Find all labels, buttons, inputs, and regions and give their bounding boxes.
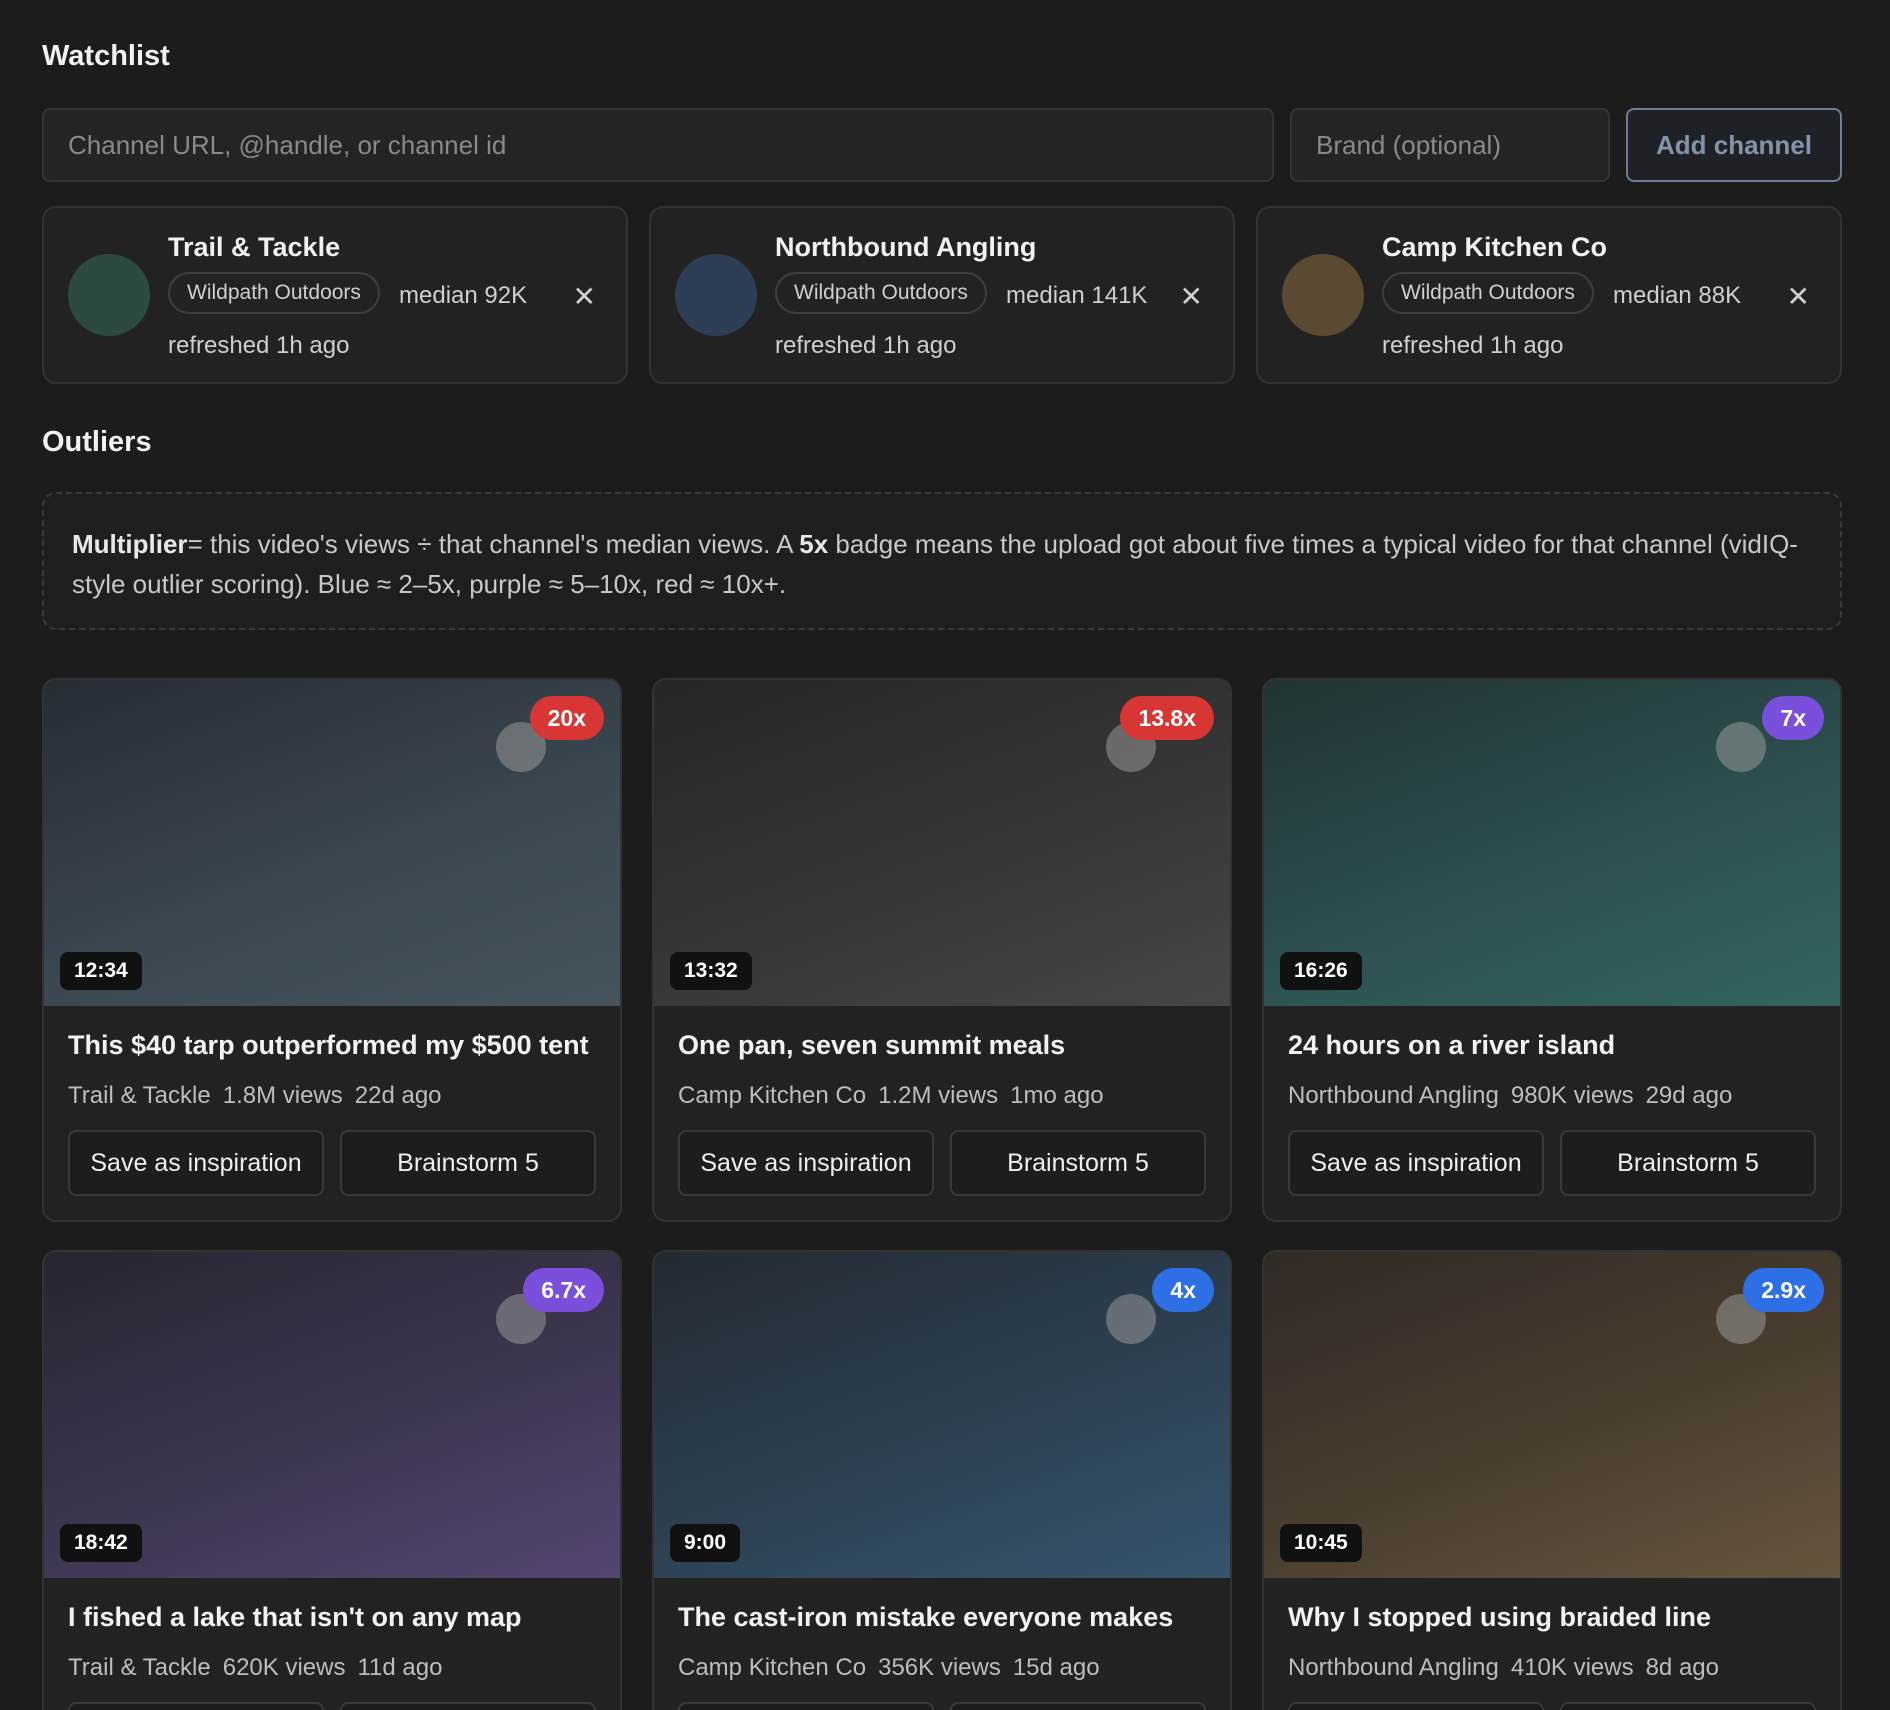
- video-views: 620K views: [222, 1654, 346, 1681]
- video-channel: Trail & Tackle: [68, 1654, 211, 1681]
- multiplier-badge: 2.9x: [1743, 1268, 1824, 1312]
- video-age: 29d ago: [1645, 1082, 1733, 1109]
- duration-badge: 18:42: [60, 1524, 142, 1562]
- video-title[interactable]: This $40 tarp outperformed my $500 tent: [68, 1030, 589, 1061]
- video-card[interactable]: 10:45 2.9x Why I stopped using braided l…: [1262, 1250, 1842, 1710]
- channel-card: Northbound Angling Wildpath Outdoors med…: [649, 206, 1235, 384]
- brainstorm-button[interactable]: Brainstorm 5: [950, 1702, 1206, 1710]
- multiplier-badge: 4x: [1152, 1268, 1214, 1312]
- channel-avatar: [1282, 254, 1364, 336]
- video-age: 15d ago: [1012, 1654, 1100, 1681]
- brainstorm-button[interactable]: Brainstorm 5: [340, 1130, 596, 1196]
- channel-refreshed: refreshed 1h ago: [168, 332, 350, 359]
- brand-tag: Wildpath Outdoors: [775, 272, 987, 314]
- brainstorm-button[interactable]: Brainstorm 5: [950, 1130, 1206, 1196]
- close-icon[interactable]: ✕: [1180, 280, 1203, 313]
- video-meta: Camp Kitchen Co 1.2M views 1mo ago: [678, 1082, 1116, 1110]
- close-icon[interactable]: ✕: [1787, 280, 1810, 313]
- duration-badge: 16:26: [1280, 952, 1362, 990]
- video-card[interactable]: 18:42 6.7x I fished a lake that isn't on…: [42, 1250, 622, 1710]
- brand-input[interactable]: Brand (optional): [1290, 108, 1610, 182]
- video-meta: Camp Kitchen Co 356K views 15d ago: [678, 1654, 1112, 1682]
- duration-badge: 13:32: [670, 952, 752, 990]
- multiplier-badge: 20x: [529, 696, 604, 740]
- channel-refreshed: refreshed 1h ago: [775, 332, 957, 359]
- info-term: Multiplier: [72, 529, 188, 559]
- brand-tag: Wildpath Outdoors: [168, 272, 380, 314]
- video-meta: Trail & Tackle 1.8M views 22d ago: [68, 1082, 454, 1110]
- video-channel: Camp Kitchen Co: [678, 1082, 867, 1109]
- multiplier-badge: 7x: [1762, 696, 1824, 740]
- channel-url-input[interactable]: Channel URL, @handle, or channel id: [42, 108, 1274, 182]
- multiplier-info: Multiplier= this video's views ÷ that ch…: [42, 492, 1842, 630]
- video-views: 410K views: [1510, 1654, 1634, 1681]
- outliers-title: Outliers: [42, 426, 152, 458]
- video-meta: Trail & Tackle 620K views 11d ago: [68, 1654, 454, 1682]
- video-card[interactable]: 12:34 20x This $40 tarp outperformed my …: [42, 678, 622, 1222]
- channel-median: median 92K: [399, 282, 528, 309]
- channel-avatar: [675, 254, 757, 336]
- channel-avatar: [1106, 1294, 1156, 1344]
- video-age: 22d ago: [354, 1082, 442, 1109]
- channel-median: median 88K: [1613, 282, 1742, 309]
- video-channel: Camp Kitchen Co: [678, 1654, 867, 1681]
- channel-median: median 141K: [1006, 282, 1148, 309]
- video-views: 356K views: [878, 1654, 1001, 1681]
- channel-name: Camp Kitchen Co: [1382, 232, 1608, 262]
- video-views: 1.2M views: [878, 1082, 999, 1109]
- save-inspiration-button[interactable]: Save as inspiration: [1288, 1130, 1544, 1196]
- watchlist-title: Watchlist: [42, 40, 170, 72]
- video-title[interactable]: One pan, seven summit meals: [678, 1030, 1065, 1061]
- video-age: 11d ago: [357, 1654, 443, 1681]
- brainstorm-button[interactable]: Brainstorm 5: [340, 1702, 596, 1710]
- video-meta: Northbound Angling 980K views 29d ago: [1288, 1082, 1744, 1110]
- video-meta: Northbound Angling 410K views 8d ago: [1288, 1654, 1731, 1682]
- video-card[interactable]: 16:26 7x 24 hours on a river island Nort…: [1262, 678, 1842, 1222]
- save-inspiration-button[interactable]: Save as inspiration: [68, 1702, 324, 1710]
- video-channel: Northbound Angling: [1288, 1082, 1499, 1109]
- multiplier-badge: 6.7x: [523, 1268, 604, 1312]
- channel-card: Camp Kitchen Co Wildpath Outdoors median…: [1256, 206, 1842, 384]
- duration-badge: 12:34: [60, 952, 142, 990]
- channel-card: Trail & Tackle Wildpath Outdoors median …: [42, 206, 628, 384]
- brainstorm-button[interactable]: Brainstorm 5: [1560, 1702, 1816, 1710]
- video-title[interactable]: I fished a lake that isn't on any map: [68, 1602, 522, 1633]
- video-channel: Northbound Angling: [1288, 1654, 1499, 1681]
- add-channel-button[interactable]: Add channel: [1626, 108, 1842, 182]
- save-inspiration-button[interactable]: Save as inspiration: [1288, 1702, 1544, 1710]
- video-thumbnail[interactable]: 16:26: [1264, 680, 1840, 1006]
- brand-tag: Wildpath Outdoors: [1382, 272, 1594, 314]
- info-text: = this video's views ÷ that channel's me…: [187, 529, 800, 559]
- save-inspiration-button[interactable]: Save as inspiration: [678, 1130, 934, 1196]
- video-age: 1mo ago: [1010, 1082, 1104, 1109]
- save-inspiration-button[interactable]: Save as inspiration: [68, 1130, 324, 1196]
- duration-badge: 9:00: [670, 1524, 741, 1562]
- video-views: 1.8M views: [222, 1082, 343, 1109]
- duration-badge: 10:45: [1280, 1524, 1362, 1562]
- close-icon[interactable]: ✕: [573, 280, 596, 313]
- channel-avatar: [68, 254, 150, 336]
- video-card[interactable]: 13:32 13.8x One pan, seven summit meals …: [652, 678, 1232, 1222]
- save-inspiration-button[interactable]: Save as inspiration: [678, 1702, 934, 1710]
- video-title[interactable]: Why I stopped using braided line: [1288, 1602, 1711, 1633]
- brainstorm-button[interactable]: Brainstorm 5: [1560, 1130, 1816, 1196]
- video-age: 8d ago: [1645, 1654, 1719, 1681]
- channel-refreshed: refreshed 1h ago: [1382, 332, 1564, 359]
- channel-name: Northbound Angling: [775, 232, 1037, 262]
- video-title[interactable]: 24 hours on a river island: [1288, 1030, 1615, 1061]
- channel-name: Trail & Tackle: [168, 232, 341, 262]
- info-example: 5x: [799, 529, 829, 559]
- video-card[interactable]: 9:00 4x The cast-iron mistake everyone m…: [652, 1250, 1232, 1710]
- multiplier-badge: 13.8x: [1120, 696, 1214, 740]
- video-channel: Trail & Tackle: [68, 1082, 211, 1109]
- video-views: 980K views: [1510, 1082, 1634, 1109]
- channel-avatar: [1716, 722, 1766, 772]
- video-title[interactable]: The cast-iron mistake everyone makes: [678, 1602, 1173, 1633]
- video-thumbnail[interactable]: 9:00: [654, 1252, 1230, 1578]
